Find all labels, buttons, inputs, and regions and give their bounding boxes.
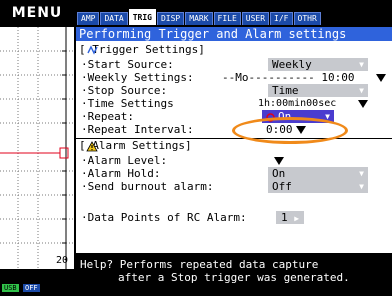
top-bar: MENU AMP DATA TRIG DISP MARK FILE USER I… <box>0 0 392 27</box>
burnout-alarm-select[interactable]: Off ▼ <box>268 180 368 193</box>
trigger-icon <box>87 45 98 55</box>
stop-source-value: Time <box>272 84 299 97</box>
power-badge: OFF <box>23 284 40 292</box>
weekly-settings-dropdown-icon[interactable] <box>376 74 386 82</box>
time-settings-label: ·Time Settings <box>81 97 174 110</box>
waveform-graph: 20 <box>0 27 76 269</box>
usb-badge: USB <box>2 284 19 292</box>
waveform-grid <box>0 27 74 269</box>
stop-source-select[interactable]: Time ▼ <box>268 84 368 97</box>
start-source-label: ·Start Source: <box>81 58 174 71</box>
repeat-interval-label: ·Repeat Interval: <box>81 123 194 136</box>
alarm-hold-label: ·Alarm Hold: <box>81 167 161 180</box>
rc-alarm-value: 1 <box>281 211 288 224</box>
tab-mark[interactable]: MARK <box>185 12 213 25</box>
chevron-down-icon: ▼ <box>359 86 364 95</box>
tab-disp[interactable]: DISP <box>156 12 185 25</box>
weekly-settings-label: ·Weekly Settings: <box>81 71 194 84</box>
repeat-interval-dropdown-icon[interactable] <box>296 126 306 134</box>
time-settings-dropdown-icon[interactable] <box>358 100 368 108</box>
help-footer: Help? Performs repeated data capture aft… <box>76 255 392 296</box>
status-area: USB OFF <box>0 270 74 296</box>
stop-source-label: ·Stop Source: <box>81 84 168 97</box>
chevron-down-icon: ▼ <box>359 60 364 69</box>
tab-if[interactable]: I/F <box>270 12 293 25</box>
tab-data[interactable]: DATA <box>100 12 128 25</box>
alarm-level-dropdown-icon[interactable] <box>274 157 284 165</box>
panel-title: Performing Trigger and Alarm settings <box>76 27 392 41</box>
repeat-interval-value[interactable]: 0:00 <box>266 124 293 136</box>
settings-panel: Performing Trigger and Alarm settings [ … <box>76 27 392 253</box>
chevron-down-icon: ▼ <box>359 182 364 191</box>
alarm-level-label: ·Alarm Level: <box>81 154 168 167</box>
menu-button[interactable]: MENU <box>4 3 70 23</box>
alarm-hold-value: On <box>272 167 286 180</box>
alarm-hold-select[interactable]: On ▼ <box>268 167 368 180</box>
tab-trig[interactable]: TRIG <box>128 9 156 25</box>
weekly-settings-value[interactable]: --Mo---------- 10:00 <box>222 72 354 84</box>
tab-amp[interactable]: AMP <box>77 12 100 25</box>
on-indicator-icon <box>266 113 275 122</box>
tab-strip: AMP DATA TRIG DISP MARK FILE USER I/F OT… <box>77 8 322 25</box>
chevron-down-icon: ▼ <box>325 112 330 121</box>
start-source-select[interactable]: Weekly ▼ <box>268 58 368 71</box>
tab-user[interactable]: USER <box>241 12 270 25</box>
burnout-alarm-value: Off <box>272 180 292 193</box>
rc-alarm-label: ·Data Points of RC Alarm: <box>81 211 247 224</box>
tab-othr[interactable]: OTHR <box>293 12 321 25</box>
repeat-label: ·Repeat: <box>81 110 134 123</box>
repeat-value: On <box>278 110 292 123</box>
rc-alarm-input[interactable]: 1 ▶ <box>276 211 305 224</box>
burnout-alarm-label: ·Send burnout alarm: <box>81 180 214 193</box>
tab-file[interactable]: FILE <box>213 12 241 25</box>
warning-icon <box>86 141 98 152</box>
chevron-right-icon: ▶ <box>294 214 300 223</box>
start-source-value: Weekly <box>272 58 312 71</box>
time-settings-value[interactable]: 1h:00min00sec <box>258 98 336 110</box>
help-line-2: after a Stop trigger was generated. <box>118 271 350 284</box>
graph-scale-label: 20 <box>55 255 68 266</box>
help-line-1: Help? Performs repeated data capture <box>80 258 319 271</box>
chevron-down-icon: ▼ <box>359 169 364 178</box>
